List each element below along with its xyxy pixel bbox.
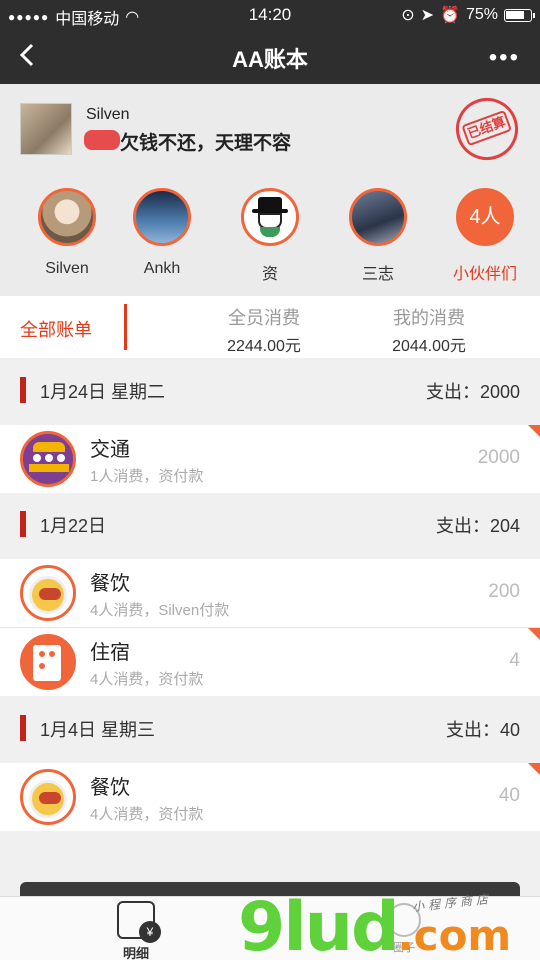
tab-divider bbox=[124, 304, 127, 350]
bill-category: 交通 bbox=[90, 439, 130, 461]
bill-category: 餐饮 bbox=[90, 777, 130, 799]
member-avatar bbox=[133, 188, 191, 246]
total-spend-value: 2244.00元 bbox=[227, 338, 301, 355]
user-motto: 欠钱不还，天理不容 bbox=[120, 133, 292, 154]
bus-icon bbox=[20, 431, 76, 487]
bill-category: 住宿 bbox=[90, 642, 130, 664]
day-header: 1月4日 星期三 支出：40 bbox=[0, 697, 540, 759]
ledger-icon: ¥ bbox=[117, 901, 161, 943]
settled-stamp: 已结算 bbox=[447, 89, 527, 169]
unsettled-flag bbox=[528, 425, 540, 437]
member-avatar bbox=[241, 188, 299, 246]
total-spend: 全员消费 2244.00元 bbox=[194, 304, 334, 356]
tab-detail-label: 明细 bbox=[122, 946, 149, 960]
user-header: Silven 欠钱不还，天理不容 已结算 bbox=[0, 84, 540, 176]
day-date: 1月22日 bbox=[40, 516, 107, 536]
day-spend: 支出：2000 bbox=[425, 382, 520, 402]
user-name: Silven bbox=[86, 106, 130, 123]
hotel-icon bbox=[20, 634, 76, 690]
member-item[interactable]: Silven bbox=[22, 188, 112, 278]
day-header: 1月22日 支出：204 bbox=[0, 493, 540, 555]
page-title: AA账本 bbox=[232, 47, 308, 72]
member-name: 三志 bbox=[361, 266, 394, 283]
status-bar: ●●●●● 中国移动 ◠ 14:20 ⊙ ➤ ⏰ 75% bbox=[0, 0, 540, 28]
tab-all-bills[interactable]: 全部账单 bbox=[20, 316, 92, 342]
bill-row[interactable]: 餐饮 4人消费，资付款 40 bbox=[0, 763, 540, 831]
bill-desc: 1人消费，资付款 bbox=[90, 468, 204, 485]
member-name: Silven bbox=[45, 260, 89, 277]
member-item[interactable]: 三志 bbox=[333, 188, 423, 284]
day-spend: 支出：204 bbox=[435, 516, 520, 536]
more-dots-icon[interactable]: ••• bbox=[489, 44, 520, 72]
members-all-label: 小伙伴们 bbox=[452, 266, 517, 283]
bill-desc: 4人消费，Silven付款 bbox=[90, 602, 230, 619]
member-name: Ankh bbox=[143, 260, 181, 277]
bill-category: 餐饮 bbox=[90, 573, 130, 595]
day-date: 1月4日 星期三 bbox=[40, 720, 156, 740]
member-list: Silven Ankh 资 三志 4人 小伙伴们 bbox=[0, 176, 540, 296]
tab-detail[interactable]: ¥ 明细 bbox=[96, 901, 176, 960]
total-spend-label: 全员消费 bbox=[228, 308, 300, 328]
bill-amount: 4 bbox=[509, 650, 520, 671]
my-spend: 我的消费 2044.00元 bbox=[359, 304, 499, 356]
unsettled-flag bbox=[528, 763, 540, 775]
day-header: 1月24日 星期二 支出：2000 bbox=[0, 359, 540, 421]
my-spend-value: 2044.00元 bbox=[392, 338, 466, 355]
day-spend: 支出：40 bbox=[445, 720, 520, 740]
location-icon: ➤ bbox=[420, 7, 435, 24]
lock-rotation-icon: ⊙ bbox=[401, 7, 415, 24]
bill-desc: 4人消费，资付款 bbox=[90, 671, 204, 688]
member-item[interactable]: Ankh bbox=[117, 188, 207, 278]
stamp-label: 已结算 bbox=[461, 109, 513, 147]
food-icon bbox=[20, 769, 76, 825]
member-count-badge: 4人 bbox=[456, 188, 514, 246]
bill-row[interactable]: 交通 1人消费，资付款 2000 bbox=[0, 425, 540, 493]
member-item[interactable]: 资 bbox=[225, 188, 315, 284]
food-icon bbox=[20, 565, 76, 621]
bill-row[interactable]: 住宿 4人消费，资付款 4 bbox=[0, 628, 540, 696]
day-date: 1月24日 星期二 bbox=[40, 382, 166, 402]
member-avatar bbox=[349, 188, 407, 246]
bill-row[interactable]: 餐饮 4人消费，Silven付款 200 bbox=[0, 559, 540, 628]
alarm-icon: ⏰ bbox=[440, 7, 460, 24]
battery-icon bbox=[504, 8, 535, 22]
nav-bar: AA账本 ••• bbox=[0, 28, 540, 84]
battery-percent: 75% bbox=[465, 6, 498, 23]
yen-badge: ¥ bbox=[139, 921, 161, 943]
bill-amount: 2000 bbox=[477, 447, 520, 468]
bill-desc: 4人消费，资付款 bbox=[90, 806, 204, 823]
member-avatar bbox=[38, 188, 96, 246]
members-all-button[interactable]: 4人 小伙伴们 bbox=[440, 188, 530, 284]
summary-bar: 全部账单 全员消费 2244.00元 我的消费 2044.00元 bbox=[0, 296, 540, 358]
bill-amount: 40 bbox=[498, 785, 520, 806]
bill-amount: 200 bbox=[488, 581, 520, 602]
member-name: 资 bbox=[261, 266, 278, 283]
redacted-scribble bbox=[84, 130, 120, 150]
avatar[interactable] bbox=[20, 103, 72, 155]
my-spend-label: 我的消费 bbox=[393, 308, 465, 328]
unsettled-flag bbox=[528, 628, 540, 640]
